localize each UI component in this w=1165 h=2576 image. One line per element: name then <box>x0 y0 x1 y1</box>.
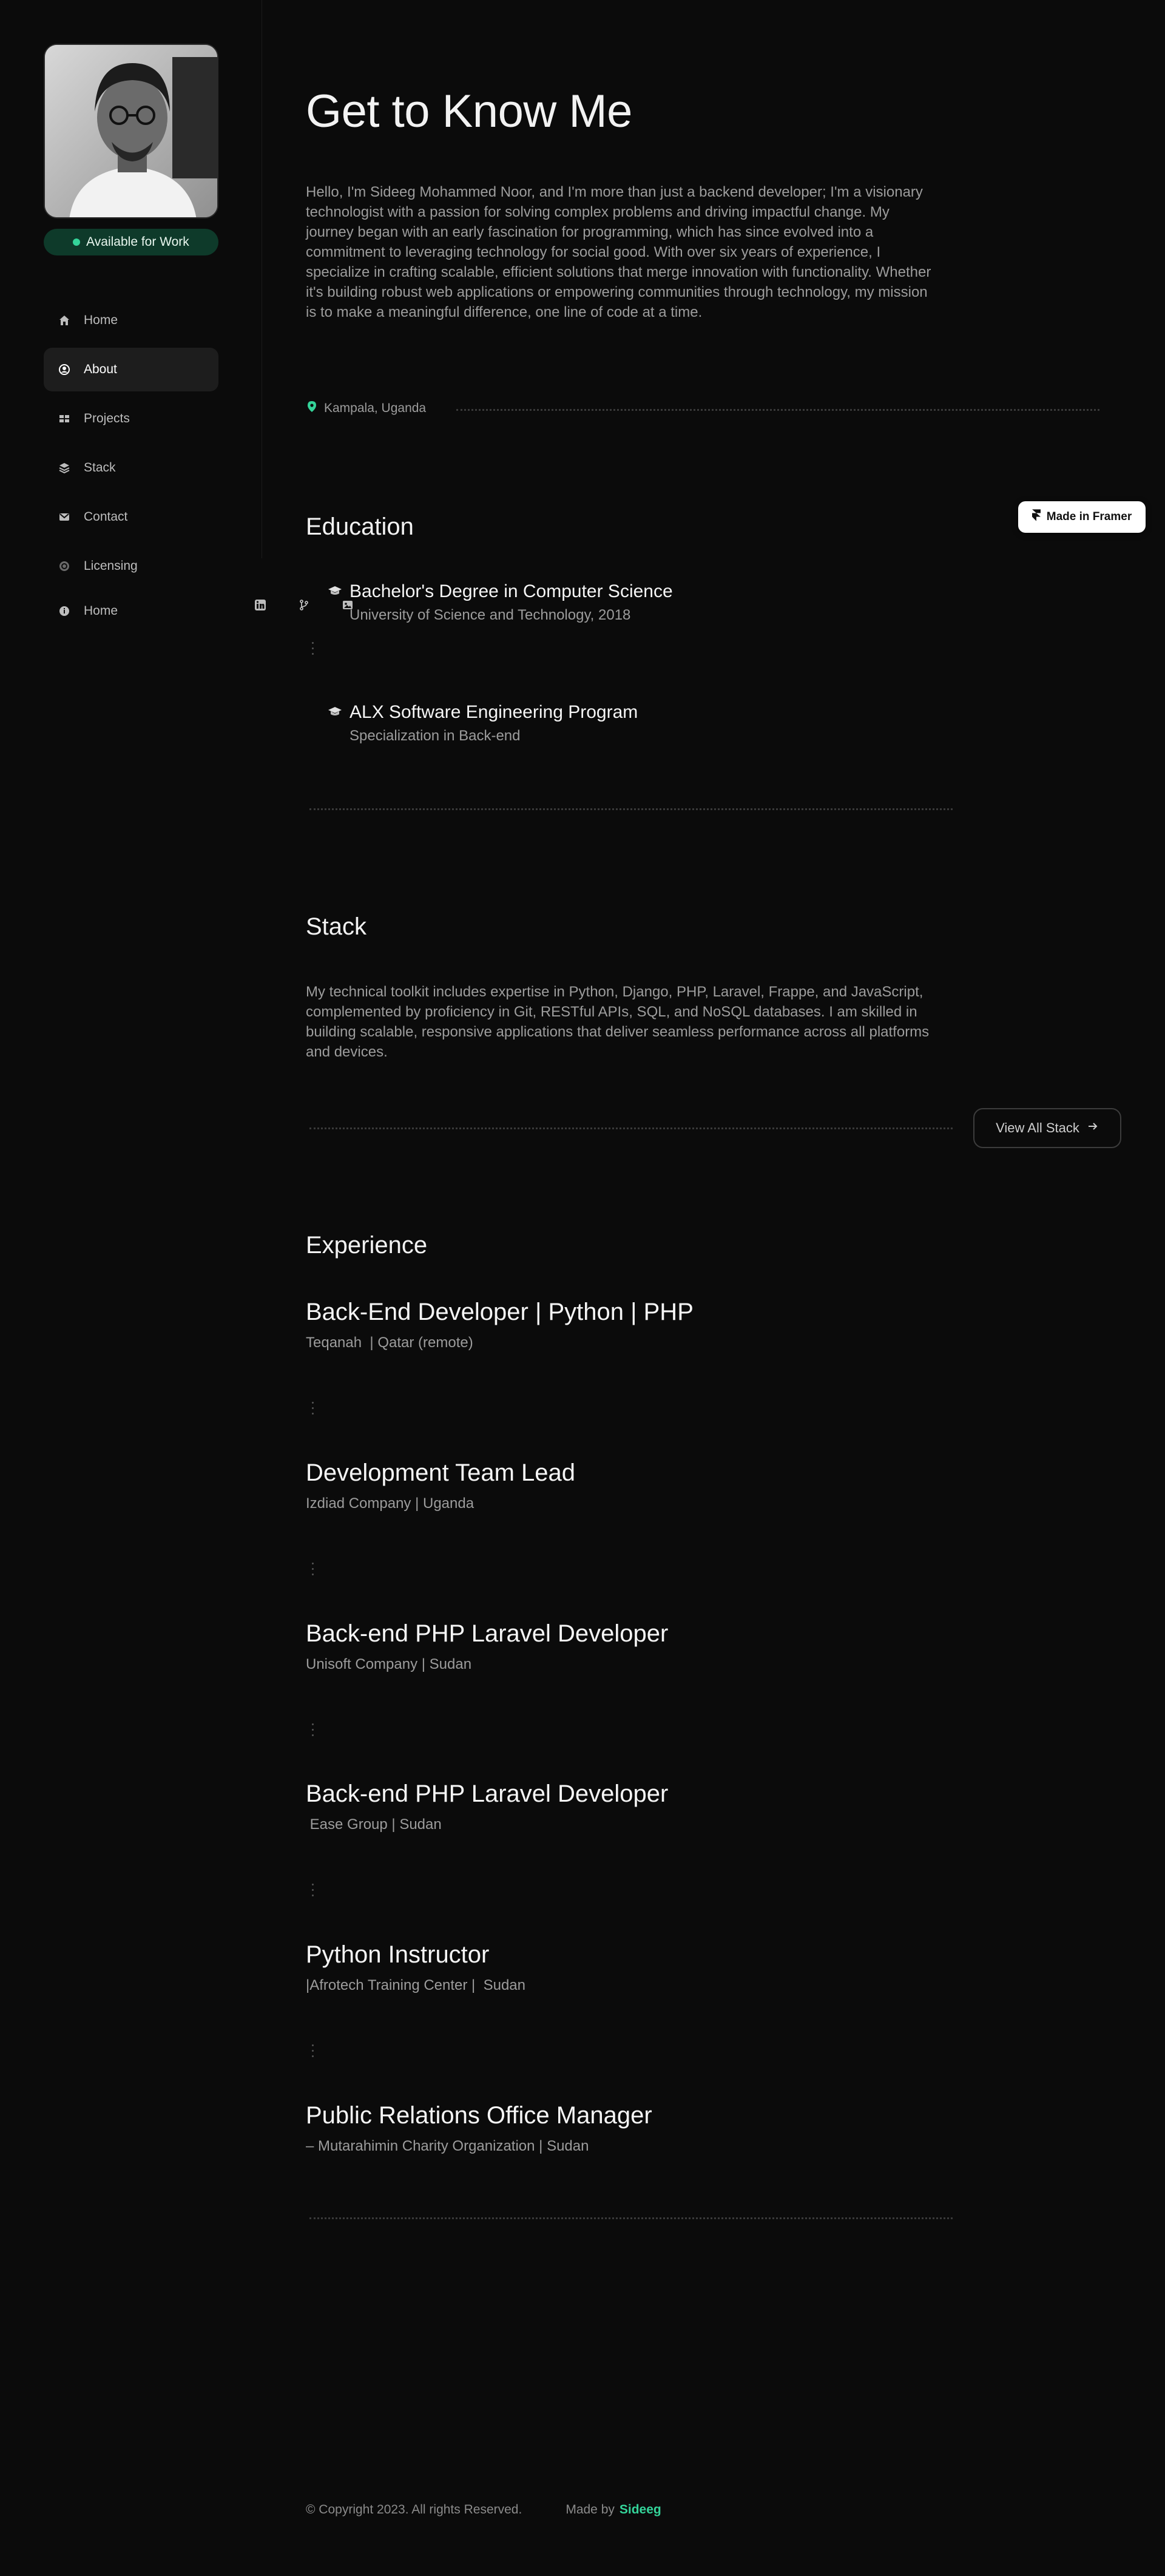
experience-item-sub: |Afrotech Training Center | Sudan <box>306 1977 526 1993</box>
education-item-sub: University of Science and Technology, 20… <box>350 607 631 623</box>
graduation-cap-icon <box>328 702 342 723</box>
view-all-stack-label: View All Stack <box>996 1120 1079 1135</box>
experience-title: Experience <box>306 1232 428 1259</box>
grid-icon <box>58 413 70 425</box>
map-pin-icon <box>306 401 318 416</box>
experience-item-sub: Ease Group | Sudan <box>306 1816 442 1833</box>
education-title: Education <box>306 513 414 540</box>
github-icon[interactable] <box>297 598 311 612</box>
availability-label: Available for Work <box>86 235 189 249</box>
copyright-text: © Copyright 2023. All rights Reserved. <box>306 2503 522 2517</box>
experience-item: Python Instructor |Afrotech Training Cen… <box>306 1941 525 1994</box>
view-all-stack-button[interactable]: View All Stack <box>973 1108 1121 1148</box>
linkedin-icon[interactable] <box>253 598 268 612</box>
divider <box>309 808 953 810</box>
stack-text: My technical toolkit includes expertise … <box>306 984 930 1060</box>
graduation-cap-icon <box>328 581 342 602</box>
education-item-title: Bachelor's Degree in Computer Science <box>350 581 673 601</box>
timeline-dots <box>312 1563 314 1575</box>
experience-item: Development Team Lead Izdiad Company | U… <box>306 1459 575 1512</box>
experience-item: Back-end PHP Laravel Developer Unisoft C… <box>306 1620 668 1673</box>
nav-label: Home <box>84 313 118 327</box>
experience-item-title: Python Instructor <box>306 1941 490 1968</box>
nav-item-about[interactable]: About <box>44 348 218 391</box>
nav-label: Contact <box>84 510 128 524</box>
profile-photo <box>45 45 217 217</box>
status-dot <box>73 238 81 246</box>
nav-label: Stack <box>84 461 116 475</box>
made-in-framer-badge[interactable]: Made in Framer <box>1018 501 1146 533</box>
experience-item-sub: Teqanah | Qatar (remote) <box>306 1334 473 1351</box>
location-label: Kampala, Uganda <box>324 401 427 415</box>
timeline-dots <box>312 1723 314 1736</box>
copyright-icon <box>58 560 70 572</box>
arrow-right-icon <box>1087 1120 1099 1136</box>
stack-title: Stack <box>306 913 367 940</box>
divider <box>309 2217 953 2219</box>
nav-item-licensing[interactable]: Licensing <box>44 544 218 588</box>
timeline-dots <box>312 1402 314 1415</box>
education-item: Bachelor's Degree in Computer Science Un… <box>328 581 673 624</box>
framer-badge-label: Made in Framer <box>1046 510 1132 523</box>
info-icon <box>58 605 70 617</box>
experience-item-sub: – Mutarahimin Charity Organization | Sud… <box>306 2138 589 2154</box>
nav-label: About <box>84 362 117 376</box>
nav-label: Licensing <box>84 559 138 573</box>
home-icon <box>58 314 70 326</box>
page-title: Get to Know Me <box>306 86 632 137</box>
nav-item-projects[interactable]: Projects <box>44 397 218 441</box>
nav-item-stack[interactable]: Stack <box>44 446 218 490</box>
education-item-title: ALX Software Engineering Program <box>350 702 638 722</box>
experience-item: Back-End Developer | Python | PHP Teqana… <box>306 1299 694 1351</box>
author-link[interactable]: Sideeg <box>620 2503 661 2517</box>
education-item: ALX Software Engineering Program Special… <box>328 702 638 745</box>
experience-item: Back-end PHP Laravel Developer Ease Grou… <box>306 1780 668 1833</box>
nav-item-home[interactable]: Home <box>44 299 218 342</box>
timeline-dots <box>312 642 314 655</box>
timeline-dots <box>312 1884 314 1896</box>
experience-item: Public Relations Office Manager – Mutara… <box>306 2102 652 2155</box>
framer-logo-icon <box>1032 509 1041 525</box>
nav-label: Home <box>84 604 118 618</box>
nav-item-contact[interactable]: Contact <box>44 495 218 539</box>
experience-item-sub: Izdiad Company | Uganda <box>306 1495 474 1512</box>
location: Kampala, Uganda <box>306 401 426 416</box>
mail-icon <box>58 511 70 523</box>
footer: © Copyright 2023. All rights Reserved. M… <box>306 2503 661 2517</box>
education-item-sub: Specialization in Back-end <box>350 728 521 744</box>
experience-item-sub: Unisoft Company | Sudan <box>306 1656 472 1672</box>
timeline-dots <box>312 2044 314 2057</box>
availability-badge: Available for Work <box>44 229 218 255</box>
layers-icon <box>58 462 70 474</box>
bio-text: Hello, I'm Sideeg Mohammed Noor, and I'm… <box>306 184 931 320</box>
experience-item-title: Back-End Developer | Python | PHP <box>306 1299 694 1325</box>
sidebar-nav: Home About Projects Stack Contact Licens… <box>44 299 218 593</box>
made-by-label: Made by <box>566 2503 615 2517</box>
avatar <box>44 44 218 218</box>
nav-item-home-footer[interactable]: Home <box>44 589 359 633</box>
experience-item-title: Back-end PHP Laravel Developer <box>306 1780 669 1807</box>
experience-item-title: Development Team Lead <box>306 1459 575 1486</box>
experience-item-title: Public Relations Office Manager <box>306 2102 652 2129</box>
experience-item-title: Back-end PHP Laravel Developer <box>306 1620 669 1647</box>
user-circle-icon <box>58 363 70 376</box>
sidebar: Available for Work Home About Projects S… <box>0 0 262 618</box>
divider <box>456 409 1099 411</box>
divider <box>309 1127 953 1129</box>
nav-label: Projects <box>84 411 130 425</box>
